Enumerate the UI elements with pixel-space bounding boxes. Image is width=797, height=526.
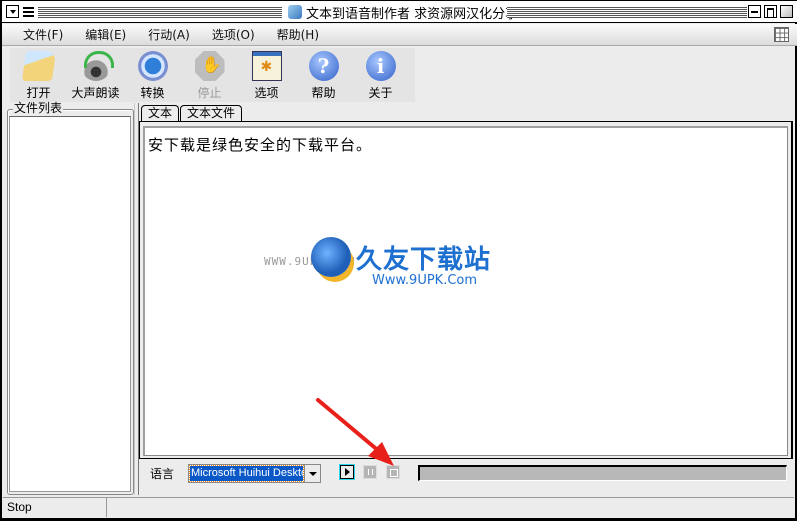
editor-frame: 安下载是绿色安全的下载平台。 (139, 121, 793, 459)
title-bar[interactable]: 文本到语音制作者 求资源网汉化分享 (2, 1, 797, 23)
about-label: 关于 (368, 86, 393, 100)
toolbar: 打开 大声朗读 转换 停止 选项 ? 帮助 i 关于 (10, 48, 415, 102)
window-title: 文本到语音制作者 求资源网汉化分享 (284, 3, 523, 22)
about-button[interactable]: i 关于 (352, 48, 409, 102)
app-speech-icon (288, 5, 302, 19)
help-button[interactable]: ? 帮助 (295, 48, 352, 102)
read-aloud-label: 大声朗读 (71, 86, 120, 100)
minimize-button[interactable] (748, 5, 761, 18)
info-icon: i (365, 51, 396, 81)
close-button[interactable] (780, 5, 793, 18)
help-label: 帮助 (311, 86, 336, 100)
playback-progress (418, 465, 787, 481)
convert-globe-icon (137, 51, 168, 81)
read-aloud-button[interactable]: 大声朗读 (67, 48, 124, 102)
tab-text-file[interactable]: 文本文件 (180, 105, 243, 121)
open-folder-icon (21, 51, 56, 81)
window-title-text: 文本到语音制作者 求资源网汉化分享 (306, 6, 519, 22)
grid-icon[interactable] (774, 27, 789, 42)
status-state: Stop (3, 498, 107, 517)
help-icon: ? (308, 51, 339, 81)
menu-options[interactable]: 选项(O) (212, 26, 255, 43)
title-stripes-right (507, 6, 747, 18)
convert-button[interactable]: 转换 (124, 48, 181, 102)
title-stripes-left (38, 6, 282, 18)
menu-edit[interactable]: 编辑(E) (85, 26, 126, 43)
open-button[interactable]: 打开 (10, 48, 67, 102)
voice-select-value: Microsoft Huihui Desktop (189, 465, 304, 482)
voice-select[interactable]: Microsoft Huihui Desktop (188, 464, 321, 483)
editor-tabs: 文本 文本文件 (141, 105, 243, 121)
window-bottom-border (0, 518, 797, 521)
voice-label: 语言 (150, 467, 175, 481)
tab-text[interactable]: 文本 (141, 105, 180, 121)
file-list[interactable] (9, 116, 131, 492)
rollup-button[interactable] (22, 5, 35, 18)
status-message (107, 498, 794, 517)
stop-label: 停止 (197, 86, 222, 100)
text-input[interactable]: 安下载是绿色安全的下载平台。 (143, 126, 788, 456)
status-bar: Stop (3, 497, 794, 518)
menu-action[interactable]: 行动(A) (148, 26, 190, 43)
file-list-title: 文件列表 (13, 101, 64, 115)
play-icon[interactable] (339, 464, 355, 480)
menu-file[interactable]: 文件(F) (23, 26, 63, 43)
convert-label: 转换 (140, 86, 165, 100)
options-button[interactable]: 选项 (238, 48, 295, 102)
stop-button[interactable]: 停止 (181, 48, 238, 102)
menu-help[interactable]: 帮助(H) (277, 26, 319, 43)
app-window: 文本到语音制作者 求资源网汉化分享 文件(F) 编辑(E) 行动(A) 选项(O… (0, 0, 797, 521)
stop-hand-icon (194, 51, 225, 81)
speaker-icon (80, 51, 114, 81)
file-list-panel: 文件列表 (7, 101, 134, 495)
pause-icon[interactable] (363, 465, 377, 479)
chevron-down-icon[interactable] (304, 465, 320, 482)
system-menu-button[interactable] (6, 5, 19, 18)
menu-bar: 文件(F) 编辑(E) 行动(A) 选项(O) 帮助(H) (2, 24, 797, 46)
maximize-button[interactable] (764, 5, 777, 18)
open-label: 打开 (26, 86, 51, 100)
options-label: 选项 (254, 86, 279, 100)
options-window-icon (251, 51, 282, 81)
stop-icon[interactable] (386, 465, 400, 479)
